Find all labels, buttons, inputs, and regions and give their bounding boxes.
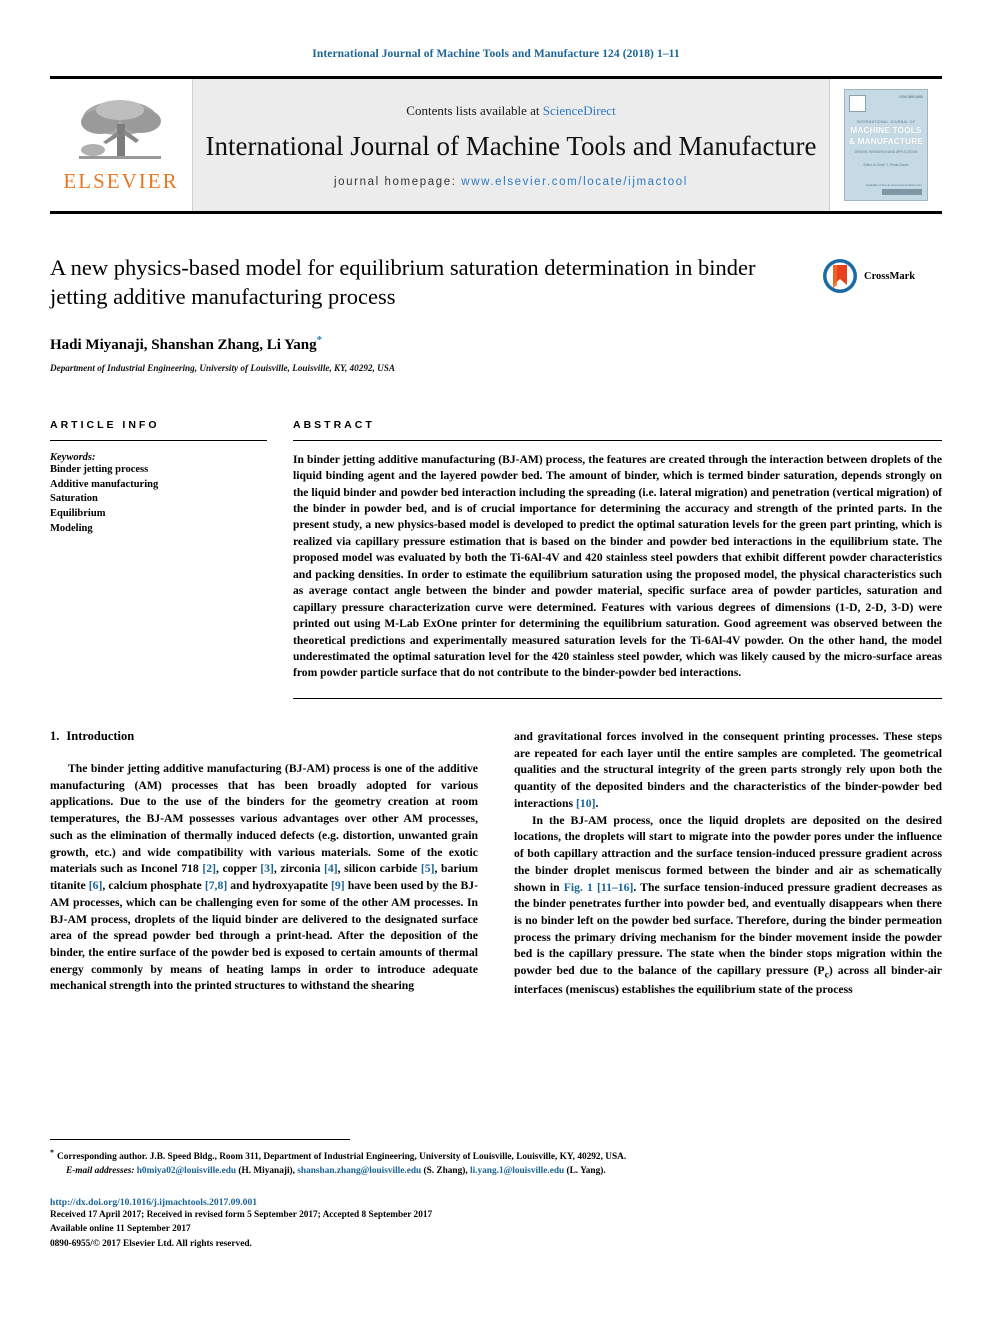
elsevier-tree-icon xyxy=(79,100,161,159)
article-info-column: ARTICLE INFO Keywords: Binder jetting pr… xyxy=(50,419,293,699)
title-block: A new physics-based model for equilibriu… xyxy=(50,254,942,373)
intro-paragraph-left: The binder jetting additive manufacturin… xyxy=(50,761,479,993)
cover-title-line2: & MANUFACTURE xyxy=(849,137,924,147)
journal-masthead: ELSEVIER Contents lists available at Sci… xyxy=(50,76,942,214)
crossmark-icon xyxy=(823,259,857,293)
email-link[interactable]: li.yang.1@louisville.edu xyxy=(470,1166,564,1176)
homepage-label: journal homepage: xyxy=(334,175,457,188)
cover-subtitle: DESIGN, RESEARCH AND APPLICATION xyxy=(854,149,918,154)
citation-ref[interactable]: [5] xyxy=(421,862,435,875)
footnote-star: * xyxy=(50,1147,54,1157)
doi-link[interactable]: http://dx.doi.org/10.1016/j.ijmachtools.… xyxy=(50,1197,942,1208)
cover-topbar: ISSN 0890-6955 xyxy=(849,95,923,112)
contents-line: Contents lists available at ScienceDirec… xyxy=(406,103,615,119)
title-main: A new physics-based model for equilibriu… xyxy=(50,254,822,373)
author-list: Hadi Miyanaji, Shanshan Zhang, Li Yang* xyxy=(50,334,808,354)
email-addresses-line: E-mail addresses: h0miya02@louisville.ed… xyxy=(66,1165,942,1179)
page-title: A new physics-based model for equilibriu… xyxy=(50,255,756,309)
copyright-line: 0890-6955/© 2017 Elsevier Ltd. All right… xyxy=(50,1238,252,1249)
email-owner: (L. Yang). xyxy=(566,1165,606,1176)
intro-paragraph-right-1: and gravitational forces involved in the… xyxy=(514,729,942,810)
email-link[interactable]: shanshan.zhang@louisville.edu xyxy=(297,1166,421,1176)
email-owner: (H. Miyanaji), xyxy=(238,1165,295,1176)
corresponding-author-marker[interactable]: * xyxy=(317,334,323,346)
body-column-right: and gravitational forces involved in the… xyxy=(514,729,942,999)
citation-ref[interactable]: [2] xyxy=(202,862,216,875)
homepage-url[interactable]: www.elsevier.com/locate/ijmactool xyxy=(461,176,688,188)
cover-footer-text: Available online at www.sciencedirect.co… xyxy=(865,183,922,187)
keyword-item: Equilibrium xyxy=(50,508,106,520)
footer-divider xyxy=(50,1138,350,1140)
section-number: 1. xyxy=(50,728,60,743)
journal-cover-thumbnail: ISSN 0890-6955 INTERNATIONAL JOURNAL OF … xyxy=(829,79,942,211)
citation-ref[interactable]: [4] xyxy=(324,862,338,875)
crossmark-badge[interactable]: CrossMark xyxy=(822,254,942,294)
abstract-rule xyxy=(293,439,942,441)
intro-paragraph-right-2: In the BJ-AM process, once the liquid dr… xyxy=(514,813,942,997)
elsevier-logo: ELSEVIER xyxy=(50,79,193,211)
contents-prefix: Contents lists available at xyxy=(406,102,543,118)
abstract-column: ABSTRACT In binder jetting additive manu… xyxy=(293,419,942,699)
sciencedirect-link[interactable]: ScienceDirect xyxy=(543,103,616,118)
email-label: E-mail addresses: xyxy=(66,1165,135,1176)
cover-footer-brand xyxy=(882,189,922,195)
keywords-label: Keywords: xyxy=(50,451,96,463)
author-names: Hadi Miyanaji, Shanshan Zhang, Li Yang xyxy=(50,336,317,353)
email-owner: (S. Zhang), xyxy=(423,1165,468,1176)
cover-publisher-mark xyxy=(849,95,866,112)
abstract-heading: ABSTRACT xyxy=(293,418,375,431)
received-dates: Received 17 April 2017; Received in revi… xyxy=(50,1209,433,1220)
article-info-heading: ARTICLE INFO xyxy=(50,418,160,431)
corresponding-author-note: * Corresponding author. J.B. Speed Bldg.,… xyxy=(50,1147,942,1165)
abstract-text: In binder jetting additive manufacturing… xyxy=(293,452,942,680)
citation-ref[interactable]: [6] xyxy=(89,879,103,892)
cover-art: ISSN 0890-6955 INTERNATIONAL JOURNAL OF … xyxy=(844,89,928,201)
body-column-left: 1. Introduction The binder jetting additi… xyxy=(50,729,478,999)
section-label: Introduction xyxy=(66,728,135,743)
citation-ref[interactable]: [9] xyxy=(331,879,345,892)
section-heading-introduction: 1. Introduction xyxy=(50,729,478,744)
running-head: International Journal of Machine Tools a… xyxy=(312,48,680,60)
masthead-center: Contents lists available at ScienceDirec… xyxy=(193,79,829,211)
keyword-item: Saturation xyxy=(50,493,98,505)
article-info-rule xyxy=(50,439,267,441)
cover-footer: Available online at www.sciencedirect.co… xyxy=(866,183,922,195)
citation-ref[interactable]: [7,8] xyxy=(205,879,227,892)
keyword-item: Binder jetting process xyxy=(50,463,149,475)
citation-ref[interactable]: [3] xyxy=(260,862,274,875)
corresponding-author-text: Corresponding author. J.B. Speed Bldg., … xyxy=(57,1151,627,1162)
elsevier-wordmark: ELSEVIER xyxy=(63,169,179,193)
abstract-bottom-rule xyxy=(293,697,942,699)
page-footer: * Corresponding author. J.B. Speed Bldg.,… xyxy=(50,1138,942,1251)
journal-title: International Journal of Machine Tools a… xyxy=(205,130,817,161)
cover-editors: Editor-in-Chief: J. Paulo Davim xyxy=(863,162,909,167)
available-online: Available online 11 September 2017 xyxy=(50,1224,191,1235)
crossmark-label: CrossMark xyxy=(864,270,916,282)
email-link[interactable]: h0miya02@louisville.edu xyxy=(137,1166,236,1176)
keyword-item: Additive manufacturing xyxy=(50,478,159,490)
info-abstract-section: ARTICLE INFO Keywords: Binder jetting pr… xyxy=(50,419,942,699)
affiliation: Department of Industrial Engineering, Un… xyxy=(50,362,395,373)
figure-ref[interactable]: Fig. 1 xyxy=(564,881,593,894)
article-page: International Journal of Machine Tools a… xyxy=(0,0,992,1323)
citation-ref[interactable]: [10] xyxy=(576,797,595,810)
keyword-item: Modeling xyxy=(50,523,93,535)
journal-homepage-line: journal homepage: www.elsevier.com/locat… xyxy=(334,176,688,188)
cover-issn: ISSN 0890-6955 xyxy=(899,95,923,99)
cover-title-line1: MACHINE TOOLS xyxy=(850,126,922,135)
citation-ref[interactable]: [11–16] xyxy=(597,881,633,894)
cover-kicker: INTERNATIONAL JOURNAL OF xyxy=(856,120,916,124)
body-columns: 1. Introduction The binder jetting additi… xyxy=(50,729,942,999)
